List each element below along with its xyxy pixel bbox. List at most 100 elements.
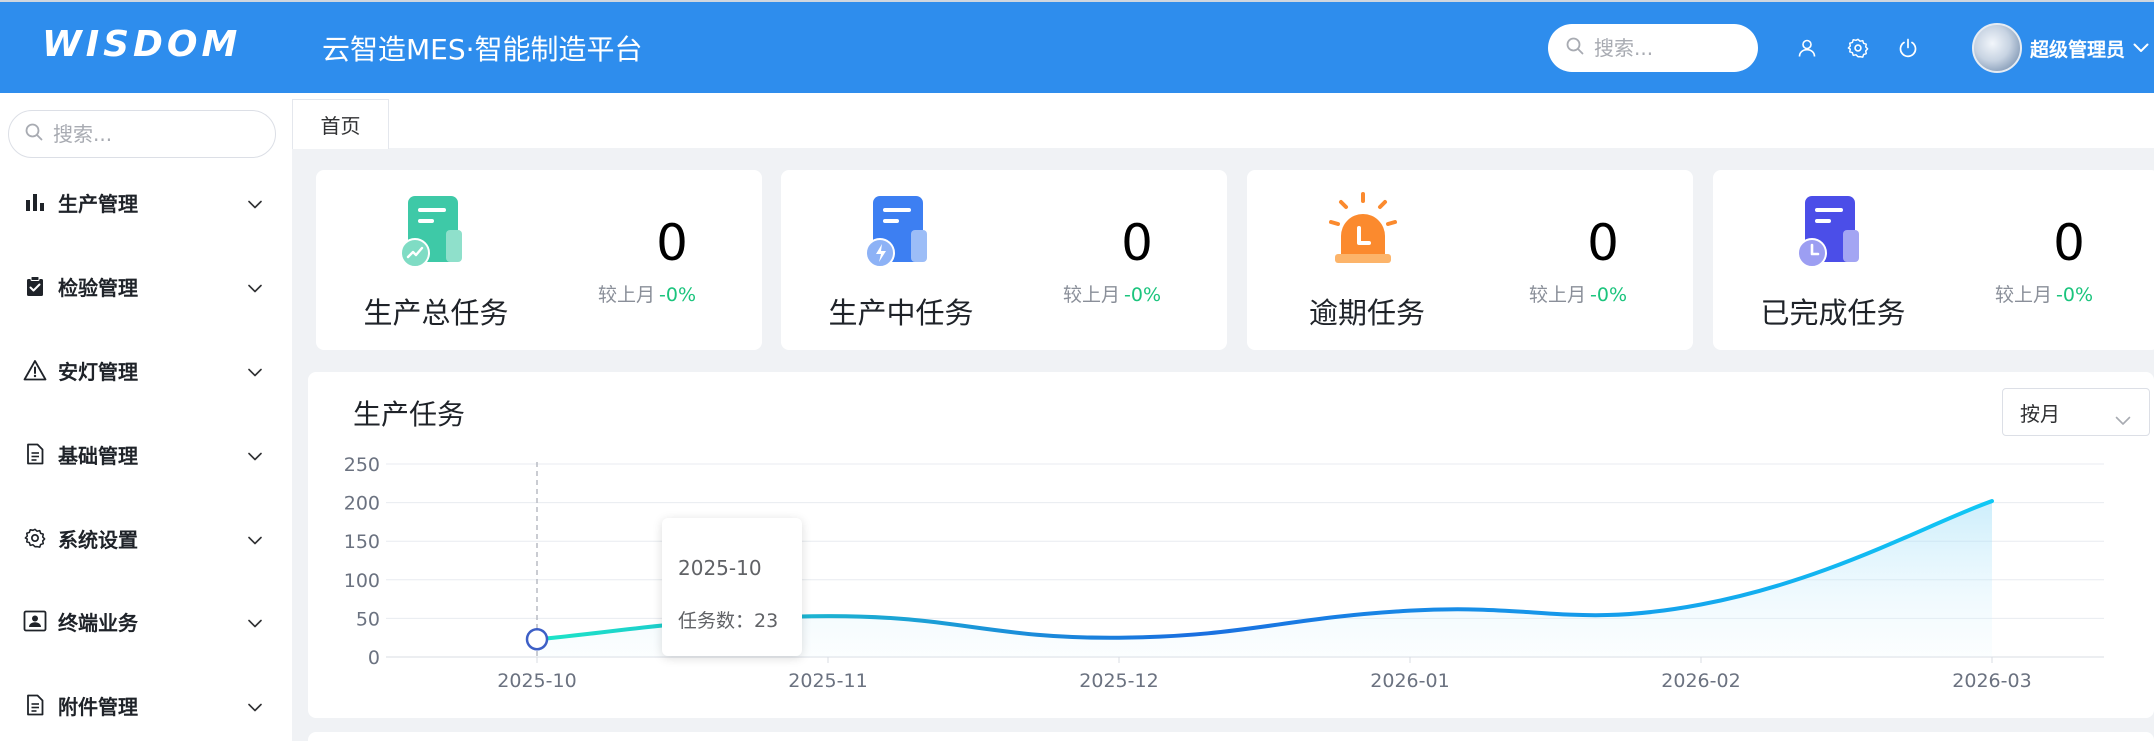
stat-compare: 较上月 -0% <box>1995 280 2093 307</box>
stat-value: 0 <box>1121 214 1153 272</box>
chevron-down-icon <box>248 278 262 297</box>
sidebar-item-production[interactable]: 生产管理 <box>0 174 292 230</box>
tooltip-value: 23 <box>754 610 779 632</box>
stat-label: 生产中任务 <box>828 296 974 330</box>
chevron-down-icon <box>2115 407 2131 431</box>
sidebar-item-basic[interactable]: 基础管理 <box>0 426 292 482</box>
sidebar-item-attachments[interactable]: 附件管理 <box>0 677 292 733</box>
task-done-icon <box>1785 192 1869 276</box>
tooltip-title: 2025-10 <box>678 556 762 580</box>
sidebar-item-andon[interactable]: 安灯管理 <box>0 342 292 398</box>
next-panel-edge <box>308 732 2154 741</box>
highlighted-data-point <box>525 627 549 651</box>
x-tick-label: 2025-12 <box>1079 670 1158 692</box>
x-tick-label: 2026-03 <box>1952 670 2031 692</box>
stat-value: 0 <box>656 214 688 272</box>
sidebar-item-system-settings[interactable]: 系统设置 <box>0 510 292 566</box>
y-tick-label: 100 <box>344 570 380 592</box>
y-tick-label: 50 <box>356 608 380 630</box>
avatar[interactable] <box>1972 23 2022 73</box>
y-tick-label: 150 <box>344 531 380 553</box>
logo-text: WISDOM <box>42 23 242 65</box>
document-icon <box>22 441 48 467</box>
data-point <box>1989 498 1995 504</box>
gear-icon[interactable] <box>1846 36 1870 60</box>
user-menu[interactable]: 超级管理员 <box>1972 22 2149 74</box>
y-tick-label: 200 <box>344 493 380 515</box>
chevron-down-icon <box>248 613 262 632</box>
stat-label: 已完成任务 <box>1760 296 1906 330</box>
chevron-down-icon <box>248 194 262 213</box>
stat-compare: 较上月 -0% <box>598 280 696 307</box>
terminal-user-icon <box>22 608 48 634</box>
top-header: WISDOM 云智造MES·智能制造平台 超级管理员 <box>0 0 2154 93</box>
chevron-down-icon <box>248 697 262 716</box>
stat-card-completed: 已完成任务 0 较上月 -0% <box>1713 170 2154 350</box>
sidebar: 生产管理 检验管理 安灯管理 基础管理 <box>0 93 292 741</box>
production-task-chart[interactable]: 0 50 100 150 200 250 2025-10 2025-11 2025-12 2026… <box>308 372 2154 718</box>
data-point <box>1698 602 1704 608</box>
tooltip-label: 任务数： <box>678 610 755 632</box>
sidebar-search-input[interactable] <box>53 122 253 146</box>
tab-bar: 首页 <box>292 93 2154 149</box>
production-task-panel: 0 50 100 150 200 250 2025-10 2025-11 2025-12 2026… <box>308 372 2154 718</box>
sidebar-item-terminal[interactable]: 终端业务 <box>0 593 292 649</box>
stat-card-in-progress: 生产中任务 0 较上月 -0% <box>781 170 1227 350</box>
header-search-box[interactable] <box>1548 24 1758 72</box>
x-tick-label: 2026-01 <box>1370 670 1449 692</box>
compare-label: 较上月 <box>1529 284 1587 306</box>
user-icon[interactable] <box>1795 36 1819 60</box>
sidebar-item-label: 生产管理 <box>58 191 138 216</box>
chevron-down-icon <box>248 530 262 549</box>
sidebar-item-label: 检验管理 <box>58 275 138 300</box>
period-select[interactable]: 按月 <box>2002 388 2150 436</box>
search-icon <box>1566 37 1584 59</box>
stat-compare: 较上月 -0% <box>1063 280 1161 307</box>
search-icon <box>25 123 43 145</box>
data-point <box>825 613 831 619</box>
sidebar-item-label: 系统设置 <box>58 527 138 552</box>
sidebar-item-label: 附件管理 <box>58 694 138 719</box>
tooltip-row: 任务数：23 <box>678 606 802 633</box>
stat-value: 0 <box>1587 214 1619 272</box>
compare-value: -0% <box>1590 284 1628 306</box>
stat-card-total: 生产总任务 0 较上月 -0% <box>316 170 762 350</box>
stat-card-overdue: 逾期任务 0 较上月 -0% <box>1247 170 1693 350</box>
chevron-down-icon <box>248 446 262 465</box>
header-search-input[interactable] <box>1594 36 1744 60</box>
compare-value: -0% <box>1124 284 1162 306</box>
document-icon <box>22 692 48 718</box>
sidebar-item-inspection[interactable]: 检验管理 <box>0 258 292 314</box>
chart-tooltip: 2025-10 任务数：23 <box>662 518 802 656</box>
panel-title: 生产任务 <box>353 398 466 431</box>
compare-value: -0% <box>659 284 697 306</box>
sidebar-search-box[interactable] <box>8 110 276 158</box>
stat-value: 0 <box>2053 214 2085 272</box>
wisdom-logo[interactable]: WISDOM <box>42 20 241 68</box>
tab-home[interactable]: 首页 <box>292 99 389 149</box>
gear-icon <box>22 525 48 551</box>
stat-label: 生产总任务 <box>363 296 509 330</box>
alarm-icon <box>1319 192 1403 276</box>
task-running-icon <box>853 192 937 276</box>
compare-value: -0% <box>2056 284 2094 306</box>
sidebar-item-label: 基础管理 <box>58 443 138 468</box>
compare-label: 较上月 <box>598 284 656 306</box>
y-tick-label: 250 <box>344 454 380 476</box>
x-tick-label: 2025-10 <box>497 670 576 692</box>
data-point <box>1116 635 1122 641</box>
chevron-down-icon <box>2133 43 2149 53</box>
chevron-down-icon <box>248 362 262 381</box>
data-point <box>1407 608 1413 614</box>
clipboard-check-icon <box>22 273 48 299</box>
compare-label: 较上月 <box>1995 284 2053 306</box>
sidebar-item-label: 终端业务 <box>58 610 138 635</box>
bar-chart-icon <box>22 189 48 215</box>
x-tick-label: 2025-11 <box>788 670 867 692</box>
stat-label: 逾期任务 <box>1308 296 1425 330</box>
power-icon[interactable] <box>1896 36 1920 60</box>
compare-label: 较上月 <box>1063 284 1121 306</box>
sidebar-item-label: 安灯管理 <box>58 359 138 384</box>
task-total-icon <box>388 192 472 276</box>
period-select-value: 按月 <box>2020 401 2060 426</box>
